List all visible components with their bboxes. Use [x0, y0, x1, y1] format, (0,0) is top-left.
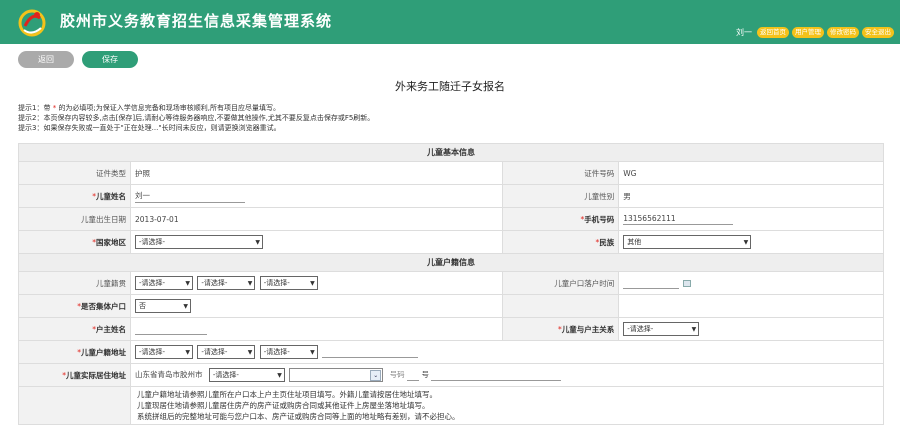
collective-select[interactable]: 否 ▼ — [135, 299, 191, 313]
number-suffix: 号 — [421, 370, 429, 379]
phone-label: *手机号码 — [502, 207, 620, 231]
change-password-link[interactable]: 修改密码 — [827, 27, 859, 38]
reg-addr-label: *儿童户籍地址 — [18, 340, 131, 364]
live-addr-prefix: 山东省青岛市胶州市 — [135, 370, 203, 379]
live-addr-label: *儿童实际居住地址 — [18, 363, 131, 387]
reg-addr-detail-input[interactable] — [322, 346, 419, 358]
logo-icon — [18, 9, 46, 37]
dropdown-arrow-icon: ▼ — [310, 279, 315, 287]
dropdown-arrow-icon: ▼ — [185, 348, 190, 356]
ethnic-select[interactable]: 其他 ▼ — [623, 235, 752, 249]
number-hint: 号码 — [389, 370, 405, 379]
dropdown-arrow-icon: ▼ — [255, 238, 260, 246]
tip-3: 提示3：如果保存失败或一直处于"正在处理..."长时间未反应，则请更换浏览器重试… — [18, 124, 281, 132]
user-nav: 刘一 返回首页 用户管理 修改密码 安全退出 — [736, 27, 894, 38]
birth-value: 2013-07-01 — [129, 207, 504, 231]
section-household-info: 儿童户籍信息 — [18, 253, 884, 272]
live-addr-street-select[interactable]: -请选择- ▼ — [208, 368, 285, 382]
gender-value: 男 — [618, 184, 884, 208]
registration-form: 儿童基本信息 证件类型 护照 证件号码 WG *儿童姓名 刘一 儿童性别 男 儿… — [18, 143, 884, 425]
logout-link[interactable]: 安全退出 — [862, 27, 894, 38]
reg-addr-county-select[interactable]: -请选择- ▼ — [259, 345, 318, 359]
tips: 提示1：带 * 的为必填项;为保证入学信息完备和现场审核顺利,所有项目应尽量填写… — [18, 103, 374, 133]
dropdown-arrow-icon: ▼ — [183, 302, 188, 310]
gender-label: 儿童性别 — [502, 184, 620, 208]
origin-county-select[interactable]: -请选择- ▼ — [259, 276, 318, 290]
reg-time-label: 儿童户口落户时间 — [502, 271, 620, 295]
dropdown-arrow-icon: ▼ — [185, 279, 190, 287]
number-input[interactable] — [407, 369, 420, 381]
id-type-value: 护照 — [129, 161, 504, 185]
dropdown-arrow-icon: ▼ — [247, 348, 253, 356]
head-name-label: *户主姓名 — [18, 317, 131, 341]
system-title: 胶州市义务教育招生信息采集管理系统 — [60, 12, 333, 30]
name-label: *儿童姓名 — [18, 184, 131, 208]
address-note: 儿童户籍地址请参照儿童所在户口本上户主页住址项目填写。外籍儿童请按居住地址填写。 — [137, 390, 437, 399]
calendar-icon[interactable] — [683, 279, 692, 287]
address-note: 儿童现居住地请参照儿童居住房产的房产证或购房合同或其他证件上房屋坐落地址填写。 — [137, 401, 430, 410]
address-notes: 儿童户籍地址请参照儿童所在户口本上户主页住址项目填写。外籍儿童请按居住地址填写。… — [130, 386, 884, 425]
reg-addr-province-select[interactable]: -请选择- ▼ — [135, 345, 193, 359]
dropdown-arrow-icon: ▼ — [310, 348, 315, 356]
reg-addr-city-select[interactable]: -请选择- ▼ — [197, 345, 256, 359]
relation-select[interactable]: -请选择- ▼ — [623, 322, 700, 336]
page-title: 外来务工随迁子女报名 — [395, 80, 505, 93]
collective-label: *是否集体户口 — [18, 294, 131, 318]
id-type-label: 证件类型 — [18, 161, 131, 185]
current-user: 刘一 — [736, 28, 752, 37]
chevron-down-icon: ⌄ — [370, 369, 382, 381]
id-no-label: 证件号码 — [502, 161, 620, 185]
toolbar: 返回 保存 — [18, 51, 138, 68]
required-star: * — [52, 104, 57, 112]
dropdown-arrow-icon: ▼ — [691, 325, 697, 333]
tip-1: 提示1：带 * 的为必填项;为保证入学信息完备和现场审核顺利,所有项目应尽量填写… — [18, 104, 281, 112]
relation-label: *儿童与户主关系 — [502, 317, 620, 341]
origin-label: 儿童籍贯 — [18, 271, 131, 295]
dropdown-arrow-icon: ▼ — [743, 238, 749, 246]
live-addr-community-combo[interactable]: ⌄ — [289, 368, 384, 382]
dropdown-arrow-icon: ▼ — [277, 371, 282, 379]
back-button[interactable]: 返回 — [18, 51, 74, 68]
birth-label: 儿童出生日期 — [18, 207, 131, 231]
id-no-value: WG — [618, 161, 884, 185]
origin-city-select[interactable]: -请选择- ▼ — [197, 276, 256, 290]
country-label: *国家地区 — [18, 230, 131, 254]
save-button[interactable]: 保存 — [82, 51, 138, 68]
dropdown-arrow-icon: ▼ — [247, 279, 253, 287]
live-addr-detail-input[interactable] — [431, 369, 562, 381]
app-header: 胶州市义务教育招生信息采集管理系统 刘一 返回首页 用户管理 修改密码 安全退出 — [0, 0, 900, 44]
name-input[interactable]: 刘一 — [135, 190, 245, 203]
section-basic-info: 儿童基本信息 — [18, 143, 884, 162]
home-link[interactable]: 返回首页 — [757, 27, 789, 38]
country-select[interactable]: -请选择- ▼ — [135, 235, 263, 249]
ethnic-label: *民族 — [502, 230, 620, 254]
reg-time-input[interactable] — [623, 277, 680, 289]
address-note: 系统拼组后的完整地址可能与您户口本、房产证或购房合同等上面的地址略有差别，请不必… — [137, 412, 460, 421]
head-name-input[interactable] — [135, 323, 207, 335]
phone-input[interactable]: 13156562111 — [623, 214, 734, 225]
origin-province-select[interactable]: -请选择- ▼ — [135, 276, 193, 290]
tip-2: 提示2：本页保存内容较多,点击[保存]后,请耐心等待服务器响应,不要做其他操作,… — [18, 114, 375, 122]
user-manage-link[interactable]: 用户管理 — [792, 27, 824, 38]
